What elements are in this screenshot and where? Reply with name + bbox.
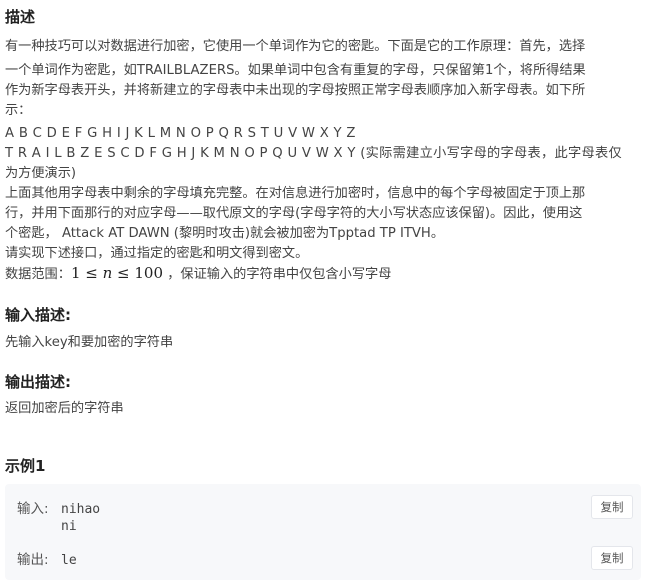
- cipher-alphabet: T R A I L B Z E S C D F G H J K M N O P …: [5, 146, 622, 161]
- input-line: ni: [61, 519, 77, 534]
- copy-input-button[interactable]: 复制: [591, 495, 633, 519]
- output-label: 输出:: [17, 552, 49, 568]
- example-title: 示例1: [5, 457, 46, 475]
- description-line: 请实现下述接口，通过指定的密匙和明文得到密文。: [5, 246, 309, 261]
- description-line: 上面其他用字母表中剩余的字母填充完整。在对信息进行加密时，信息中的每个字母被固定…: [5, 186, 586, 201]
- output-value: le: [61, 553, 77, 568]
- description-line: 个密匙， Attack AT DAWN (黎明时攻击)就会被加密为Tpptad …: [5, 226, 445, 241]
- example-input: 输入: nihao: [17, 497, 100, 517]
- description-line: 为方便演示): [5, 166, 77, 181]
- example-output: 输出: le: [17, 548, 77, 568]
- plain-alphabet: A B C D E F G H I J K L M N O P Q R S T …: [5, 126, 356, 141]
- example-box: 输入: nihao ni 复制 输出: le 复制: [5, 484, 641, 580]
- description-line: 作为新字母表开头，并将新建立的字母表中未出现的字母按照正常字母表顺序加入新字母表…: [5, 83, 586, 98]
- data-range: 数据范围：1 ≤ n ≤ 100 ，保证输入的字符串中仅包含小写字母: [5, 264, 391, 284]
- description-line: 有一种技巧可以对数据进行加密，它使用一个单词作为它的密匙。下面是它的工作原理：首…: [5, 39, 586, 54]
- description-line: 示：: [5, 103, 32, 118]
- example-input-cont: ni: [17, 518, 77, 534]
- input-desc-text: 先输入key和要加密的字符串: [5, 335, 174, 350]
- description-title: 描述: [5, 8, 36, 26]
- input-line: nihao: [61, 502, 101, 517]
- description-line: 一个单词作为密匙，如TRAILBLAZERS。如果单词中包含有重复的字母，只保留…: [5, 63, 586, 78]
- copy-output-button[interactable]: 复制: [591, 546, 633, 570]
- description-line: 行，并用下面那行的对应字母——取代原文的字母(字母字符的大小写状态应该保留)。因…: [5, 206, 583, 221]
- data-range-formula: 1 ≤ n ≤ 100: [70, 264, 164, 282]
- input-label: 输入:: [17, 501, 49, 517]
- output-desc-text: 返回加密后的字符串: [5, 401, 124, 416]
- output-desc-title: 输出描述:: [5, 373, 71, 391]
- input-desc-title: 输入描述:: [5, 306, 71, 324]
- data-range-prefix: 数据范围：: [5, 267, 71, 282]
- data-range-suffix: ，保证输入的字符串中仅包含小写字母: [167, 267, 392, 282]
